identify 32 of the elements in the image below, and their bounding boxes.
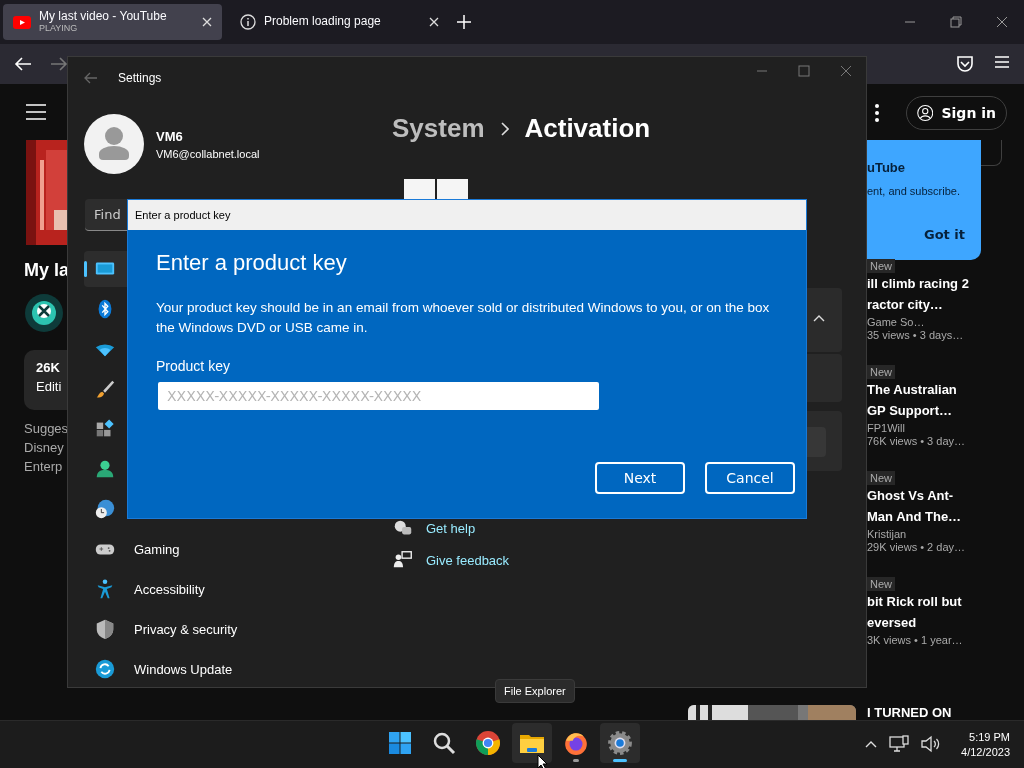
time-text: 5:19 PM xyxy=(969,730,1010,743)
description-text: Sugges xyxy=(24,421,69,436)
video-meta: 3K views • 1 year… xyxy=(867,634,963,646)
channel-name: Kristijan xyxy=(867,528,907,540)
new-badge: New xyxy=(867,259,895,273)
description-text: Enterp xyxy=(24,459,63,474)
description-text: Disney xyxy=(24,440,64,455)
new-badge: New xyxy=(867,577,895,591)
user-email: VM6@collabnet.local xyxy=(156,148,260,160)
dialog-heading: Enter a product key xyxy=(156,250,348,276)
tab-title: Problem loading page xyxy=(264,15,382,29)
field-label: Product key xyxy=(156,358,231,374)
channel-name: FP1Will xyxy=(867,422,905,434)
date-text: 4/12/2023 xyxy=(961,745,1010,758)
tab-title: My last video - YouTube xyxy=(39,10,168,24)
video-meta: 76K views • 3 day… xyxy=(867,435,965,447)
channel-name: Game So… xyxy=(867,316,925,328)
view-count: 26K xyxy=(36,360,61,375)
new-badge: New xyxy=(867,365,895,379)
video-meta: 35 views • 3 days… xyxy=(867,329,964,341)
dialog-title: Enter a product key xyxy=(128,200,806,230)
page-title: Activation xyxy=(524,113,651,144)
dialog-text: Your product key should be in an email from whoever sold or distributed Windows to you, or on the box the Windows DVD or USB came in. xyxy=(156,299,771,337)
tooltip: File Explorer xyxy=(495,679,575,703)
popup-title: uTube xyxy=(867,160,907,175)
new-badge: New xyxy=(867,471,895,485)
window-title: Settings xyxy=(118,71,162,85)
description-text: Editi xyxy=(36,379,63,394)
user-name: VM6 xyxy=(156,129,184,144)
popup-text: ent, and subscribe. xyxy=(867,185,961,197)
video-meta: 29K views • 2 day… xyxy=(867,541,965,553)
tab-status: PLAYING xyxy=(39,23,79,34)
